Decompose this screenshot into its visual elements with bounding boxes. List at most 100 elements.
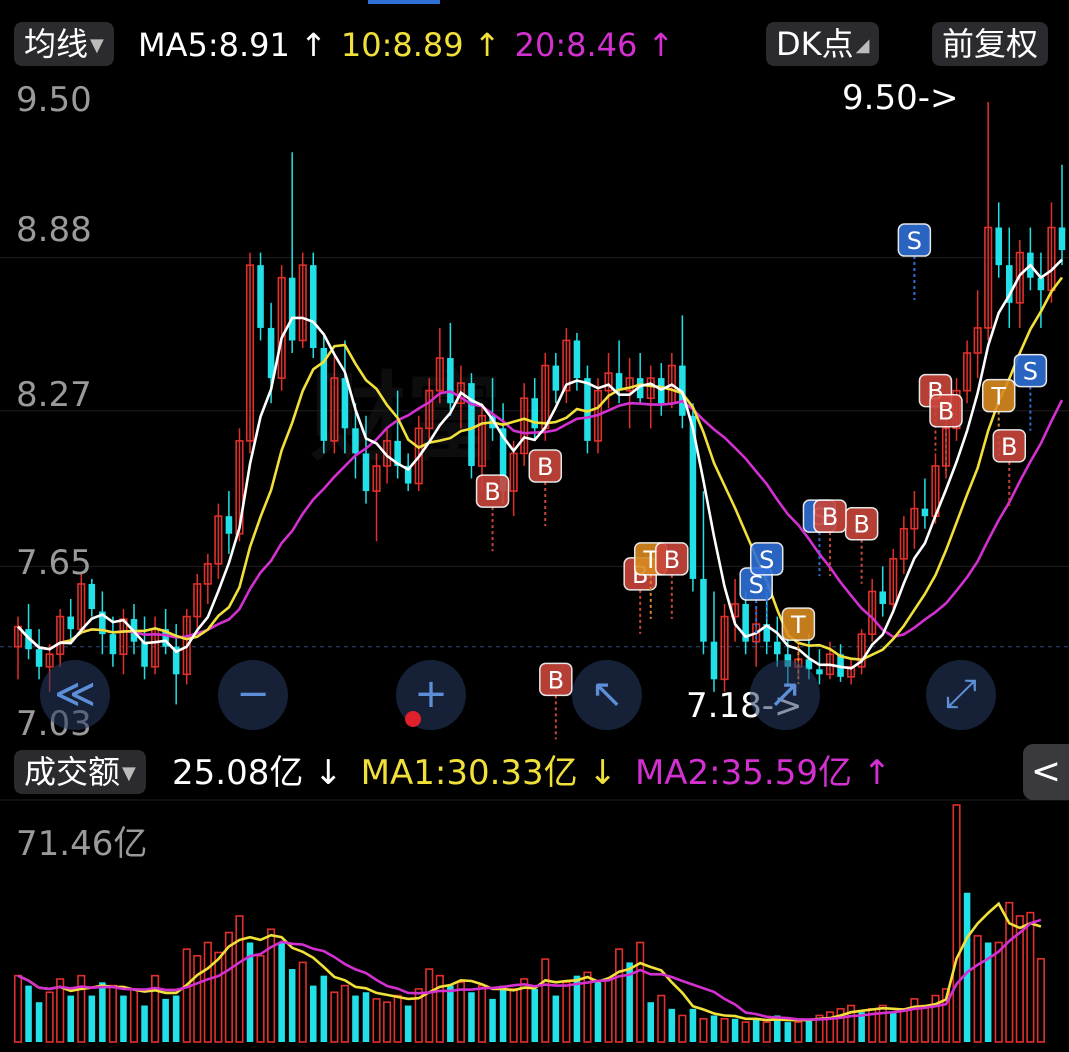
minus-icon: − [236,671,270,717]
ma20-line [17,390,1064,651]
arrow-up-right-icon: ↗ [768,671,802,717]
volume-bar [805,1018,813,1042]
volume-bar [288,969,296,1042]
volume-bar [489,998,496,1042]
candle-body [67,616,74,630]
volume-bar [362,992,370,1042]
volume-bar [235,915,244,1043]
volume-bar [330,991,339,1043]
signal-marker-label: B [853,511,869,539]
candle-body [88,583,96,610]
volume-max-label: 71.46亿 [16,824,148,864]
candle-body [35,649,43,667]
cursor-button[interactable]: ↗ [750,660,820,730]
volume-bar [13,974,23,1043]
signal-marker-label: S [907,227,922,255]
volume-bar [731,1018,739,1042]
candle-body [573,340,581,379]
volume-ma2: MA2:35.59亿 ↑ [634,753,892,793]
signal-marker-label: B [1001,433,1017,461]
candle-body [141,641,148,667]
signal-marker-label: B [548,666,564,694]
volume-bar [994,941,1003,1043]
candle-body [1058,227,1066,251]
volume-bar [509,988,518,1043]
candle-body [341,378,349,429]
volume-bar [256,954,265,1043]
volume-bar [99,982,106,1042]
volume-bar [720,1017,729,1043]
volume-bar [310,985,317,1042]
signal-marker-label: B [822,503,838,531]
candle-body [921,508,929,517]
volume-bar [35,1002,43,1042]
volume-bar [615,948,624,1043]
candle-body [447,358,454,404]
volume-bar [151,974,160,1043]
candle-body [288,277,296,341]
candle-body [995,227,1002,266]
price-tick-8.27: 8.27 [16,375,92,415]
volume-bar [531,988,538,1042]
signal-marker-label: S [1023,358,1038,386]
volume-bar [352,995,359,1042]
volume-bar [193,954,202,1043]
candle-body [257,265,264,328]
volume-bar [1036,958,1045,1043]
zoom-out-button[interactable]: − [218,660,288,730]
volume-bar [404,1005,412,1042]
volume-bar [636,941,645,1043]
volume-bar [372,998,381,1043]
scroll-left-button[interactable]: ≪ [40,660,110,730]
volume-bar [182,948,191,1043]
volume-bar [88,995,96,1042]
candle-body [352,428,359,454]
volume-bar [172,995,180,1042]
signal-marker-label: B [484,478,500,506]
volume-bar [541,958,550,1043]
volume-bar [108,984,117,1043]
volume-indicator-label: 成交额 [24,753,121,791]
price-tick-8.88: 8.88 [16,210,92,250]
candle-body [109,634,117,655]
chevron-down-icon: ▼ [122,763,136,784]
candle-body [225,516,233,534]
chevron-left-icon: < [1030,751,1062,792]
volume-bar [499,985,507,1042]
pan-button[interactable]: ↖ [572,660,642,730]
signal-marker-label: B [537,453,553,481]
volume-bar [162,998,169,1042]
volume-bar [594,982,602,1042]
candle-body [710,641,718,680]
volume-bar [477,984,487,1043]
volume-bar [699,1017,708,1043]
candlestick-chart[interactable]: BBBTBSSTBSBBTBSSBB [0,0,1069,1052]
candle-body [310,265,317,348]
candle-body [700,578,707,642]
volume-bar [657,994,666,1043]
volume-bar [784,1022,792,1042]
signal-marker-label: B [938,398,954,426]
candle-body [468,383,475,466]
candle-body [1037,277,1045,291]
volume-bar [710,1015,718,1042]
expand-icon: ⤢ [945,671,977,717]
fullscreen-button[interactable]: ⤢ [926,660,996,730]
volume-indicator-selector[interactable]: 成交额 ▼ [14,750,146,794]
signal-marker-label: T [990,383,1006,411]
volume-bar [890,1012,897,1042]
volume-ma2-line [17,918,1042,1021]
price-tick-7.65: 7.65 [16,543,92,583]
volume-bar [120,995,127,1042]
volume-bar [278,942,285,1042]
volume-bar [1026,911,1035,1043]
collapse-panel-button[interactable]: < [1023,744,1069,800]
volume-bar [129,988,139,1043]
volume-bar [141,1005,148,1042]
volume-bar [456,981,465,1043]
volume-bar [668,1008,676,1042]
volume-bar [878,1004,887,1043]
volume-bar [963,892,971,1042]
volume-bar [298,961,307,1043]
volume-bar [393,994,402,1043]
